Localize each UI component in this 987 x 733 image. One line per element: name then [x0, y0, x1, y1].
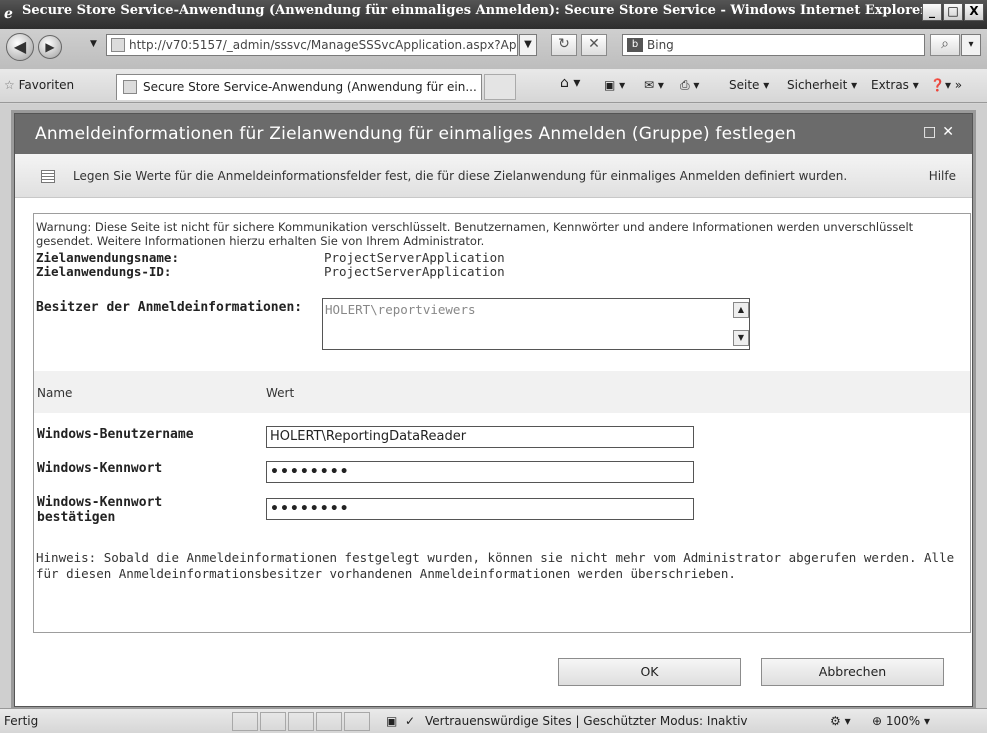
favorites-label: Favoriten: [18, 78, 75, 92]
refresh-icon: ↻: [558, 36, 570, 52]
dialog-close-icon[interactable]: ✕: [942, 124, 960, 140]
zoom-control[interactable]: ⊕ 100% ▾: [872, 714, 930, 728]
status-bar: Fertig ▣ ✓ Vertrauenswürdige Sites | Ges…: [0, 708, 987, 733]
dialog-header: Anmeldeinformationen für Zielanwendung f…: [15, 114, 972, 154]
minimize-button[interactable]: _: [922, 3, 942, 21]
status-cell: [316, 712, 342, 731]
owner-value: HOLERT\reportviewers: [325, 302, 476, 317]
home-button[interactable]: ⌂ ▾: [560, 75, 580, 91]
search-icon: ⌕: [941, 36, 949, 52]
extras-menu[interactable]: Extras ▾: [871, 78, 919, 92]
search-button[interactable]: ⌕: [930, 34, 960, 56]
security-menu[interactable]: Sicherheit ▾: [787, 78, 857, 92]
favorites-bar: ☆ Favoriten Secure Store Service-Anwendu…: [0, 69, 987, 103]
target-name-value: ProjectServerApplication: [324, 250, 505, 265]
address-dropdown-button[interactable]: ▼: [519, 34, 537, 56]
confirm-password-label: Windows-Kennwort bestätigen: [37, 495, 163, 525]
password-label: Windows-Kennwort: [37, 461, 163, 476]
credentials-dialog: Anmeldeinformationen für Zielanwendung f…: [14, 113, 973, 707]
zoom-level: 100%: [885, 714, 921, 728]
mail-button[interactable]: ✉ ▾: [644, 78, 664, 92]
status-text: Fertig: [4, 714, 39, 728]
help-link[interactable]: Hilfe: [929, 169, 956, 183]
page-menu[interactable]: Seite ▾: [729, 78, 769, 92]
back-arrow-icon: ◀: [13, 37, 27, 56]
dialog-body: Warnung: Diese Seite ist nicht für siche…: [33, 213, 971, 633]
back-button[interactable]: ◀: [6, 33, 34, 61]
popup-blocker-icon[interactable]: ▣: [386, 714, 397, 728]
overwrite-note: Hinweis: Sobald die Anmeldeinformationen…: [36, 550, 955, 581]
protected-mode-icon[interactable]: ⚙ ▾: [830, 714, 851, 728]
owner-label: Besitzer der Anmeldeinformationen:: [36, 300, 303, 315]
status-cell: [344, 712, 370, 731]
address-url: http://v70:5157/_admin/sssvc/ManageSSSvc…: [129, 38, 518, 52]
dialog-description-bar: Legen Sie Werte für die Anmeldeinformati…: [15, 154, 972, 198]
credential-table-header: Name Wert: [34, 371, 970, 413]
trusted-check-icon: ✓: [405, 714, 416, 728]
page-favicon-icon: [111, 38, 125, 52]
username-field[interactable]: HOLERT\ReportingDataReader: [266, 426, 694, 448]
security-zone[interactable]: Vertrauenswürdige Sites | Geschützter Mo…: [425, 714, 748, 728]
username-label: Windows-Benutzername: [37, 427, 194, 442]
ie-logo-icon: ℯ: [4, 6, 13, 22]
window-title: Secure Store Service-Anwendung (Anwendun…: [22, 3, 928, 18]
address-bar[interactable]: http://v70:5157/_admin/sssvc/ManageSSSvc…: [106, 34, 518, 56]
column-value: Wert: [266, 386, 295, 400]
window-title-bar: ℯ Secure Store Service-Anwendung (Anwend…: [0, 0, 987, 29]
info-list-icon: [41, 170, 55, 183]
dialog-title: Anmeldeinformationen für Zielanwendung f…: [35, 124, 797, 144]
feeds-icon: ▣: [604, 78, 616, 92]
search-placeholder: Bing: [647, 38, 674, 52]
search-options-button[interactable]: ▾: [961, 34, 981, 56]
forward-arrow-icon: ▶: [45, 40, 55, 54]
status-cell: [232, 712, 258, 731]
feeds-button[interactable]: ▣ ▾: [604, 78, 625, 92]
home-icon: ⌂: [560, 75, 569, 91]
owner-field[interactable]: HOLERT\reportviewers ▲ ▼: [322, 298, 750, 350]
dialog-description: Legen Sie Werte für die Anmeldeinformati…: [73, 169, 848, 183]
bing-logo-icon: b: [627, 38, 643, 52]
print-icon: ⎙: [680, 78, 690, 92]
search-input[interactable]: b Bing: [622, 34, 925, 56]
forward-button[interactable]: ▶: [38, 35, 62, 59]
scroll-down-icon[interactable]: ▼: [733, 330, 749, 346]
stop-icon: ✕: [588, 36, 600, 52]
security-warning: Warnung: Diese Seite ist nicht für siche…: [36, 220, 914, 248]
maximize-button[interactable]: □: [943, 3, 963, 21]
scroll-up-icon[interactable]: ▲: [733, 302, 749, 318]
navigation-bar: ◀ ▶ ▼ http://v70:5157/_admin/sssvc/Manag…: [0, 29, 987, 69]
favorites-button[interactable]: ☆ Favoriten: [4, 78, 74, 92]
ok-button[interactable]: OK: [558, 658, 741, 686]
dialog-maximize-icon[interactable]: □: [923, 124, 942, 140]
target-id-value: ProjectServerApplication: [324, 264, 505, 279]
refresh-button[interactable]: ↻: [551, 34, 577, 56]
tab-title: Secure Store Service-Anwendung (Anwendun…: [143, 80, 477, 94]
recent-pages-dropdown-icon[interactable]: ▼: [90, 39, 97, 49]
window-controls: _ □ X: [922, 3, 984, 21]
browser-tab[interactable]: Secure Store Service-Anwendung (Anwendun…: [116, 74, 482, 100]
new-tab-button[interactable]: [484, 74, 516, 100]
tab-favicon-icon: [123, 80, 137, 94]
close-window-button[interactable]: X: [964, 3, 984, 21]
zoom-icon: ⊕: [872, 714, 883, 728]
target-id-label: Zielanwendungs-ID:: [36, 264, 172, 279]
cancel-button[interactable]: Abbrechen: [761, 658, 944, 686]
status-cell: [288, 712, 314, 731]
password-field[interactable]: ••••••••: [266, 461, 694, 483]
help-icon: ❓: [930, 78, 945, 92]
star-icon: ☆: [4, 78, 15, 92]
column-name: Name: [37, 386, 73, 400]
dialog-controls: □✕: [923, 124, 960, 140]
confirm-password-field[interactable]: ••••••••: [266, 498, 694, 520]
status-cell: [260, 712, 286, 731]
help-menu[interactable]: ❓▾ »: [930, 78, 962, 92]
mail-icon: ✉: [644, 78, 655, 92]
print-button[interactable]: ⎙ ▾: [680, 78, 699, 93]
stop-button[interactable]: ✕: [581, 34, 607, 56]
target-name-label: Zielanwendungsname:: [36, 250, 179, 265]
